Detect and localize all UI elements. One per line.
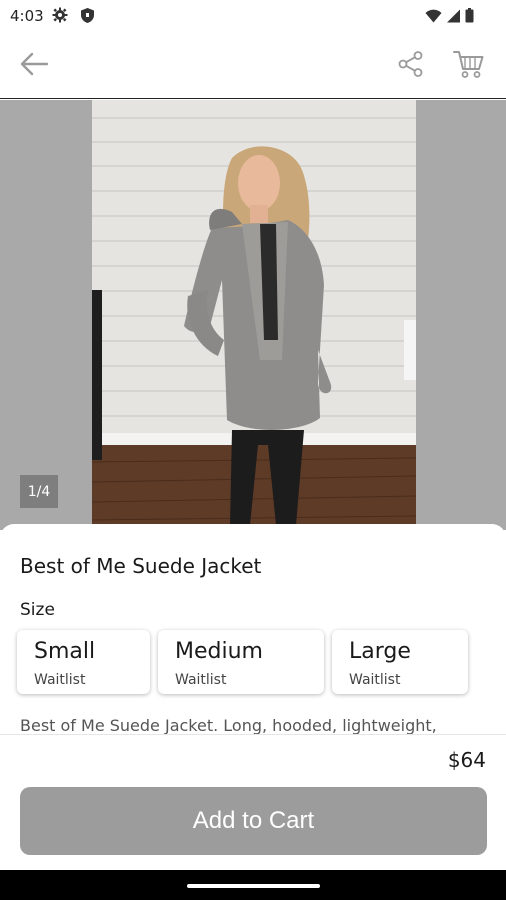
size-name: Medium: [175, 639, 263, 664]
size-option-medium[interactable]: Medium Waitlist: [158, 630, 324, 694]
divider: [0, 734, 506, 735]
status-bar: 4:03: [0, 0, 506, 32]
product-description: Best of Me Suede Jacket. Long, hooded, l…: [20, 716, 437, 735]
product-price: $64: [447, 748, 486, 772]
size-name: Small: [34, 639, 96, 664]
system-nav-bar: [0, 870, 506, 900]
product-details-sheet: Best of Me Suede Jacket Size Small Waitl…: [0, 524, 506, 870]
home-indicator[interactable]: [187, 884, 320, 888]
product-image-gallery[interactable]: [0, 100, 506, 530]
add-to-cart-button[interactable]: Add to Cart: [20, 787, 487, 855]
product-photo: [92, 100, 416, 530]
share-button[interactable]: [394, 49, 428, 83]
back-arrow-icon: [19, 51, 49, 81]
image-page-indicator: 1/4: [20, 475, 58, 508]
app-bar: [0, 32, 506, 99]
cart-icon: [452, 48, 486, 84]
share-icon: [397, 50, 425, 82]
status-time: 4:03: [10, 7, 44, 25]
back-button[interactable]: [16, 50, 52, 82]
gear-icon: [52, 7, 68, 27]
battery-icon: [465, 8, 474, 27]
cart-button[interactable]: [450, 48, 488, 84]
product-title: Best of Me Suede Jacket: [20, 554, 262, 578]
size-name: Large: [349, 639, 411, 664]
size-status: Waitlist: [175, 672, 227, 688]
signal-icon: [446, 8, 461, 27]
shield-icon: [80, 7, 95, 28]
size-status: Waitlist: [349, 672, 401, 688]
size-option-large[interactable]: Large Waitlist: [332, 630, 468, 694]
size-option-small[interactable]: Small Waitlist: [17, 630, 150, 694]
wifi-icon: [425, 8, 442, 27]
size-status: Waitlist: [34, 672, 86, 688]
size-label: Size: [20, 600, 55, 620]
